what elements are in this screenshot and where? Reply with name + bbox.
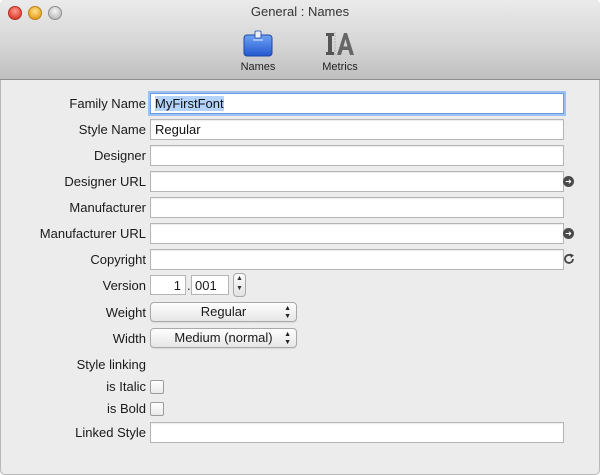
family-name-label: Family Name — [69, 96, 146, 111]
popup-arrows-icon: ▲ ▼ — [284, 331, 291, 346]
is-bold-row: is Bold — [0, 396, 600, 422]
stepper-down-icon[interactable]: ▼ — [234, 284, 245, 294]
linked-style-row: Linked Style — [0, 420, 600, 446]
version-major-field[interactable]: 1 — [150, 275, 186, 295]
manufacturer-url-field[interactable] — [150, 223, 564, 244]
style-name-value: Regular — [155, 122, 201, 137]
open-designer-url-arrow-icon[interactable]: ➜ — [563, 176, 574, 187]
linked-style-field[interactable] — [150, 422, 564, 443]
popup-arrows-icon: ▲ ▼ — [284, 305, 291, 320]
width-row: Width Medium (normal) ▲ ▼ — [0, 326, 600, 352]
copyright-label: Copyright — [90, 252, 146, 267]
version-stepper[interactable]: ▲ ▼ — [233, 273, 246, 297]
title-bar: General : Names Names Metrics — [0, 0, 600, 80]
width-selected: Medium (normal) — [174, 330, 273, 345]
window-title: General : Names — [250, 4, 350, 19]
refresh-copyright-icon[interactable] — [562, 252, 576, 266]
copyright-field[interactable] — [150, 249, 564, 270]
manufacturer-field[interactable] — [150, 197, 564, 218]
style-name-label: Style Name — [78, 122, 146, 137]
version-minor-field[interactable]: 001 — [191, 275, 229, 295]
version-label: Version — [102, 278, 146, 293]
family-name-value: MyFirstFont — [155, 96, 224, 111]
manufacturer-row: Manufacturer — [0, 195, 600, 221]
toolbar-metrics-button[interactable]: Metrics — [308, 30, 372, 73]
width-popup[interactable]: Medium (normal) ▲ ▼ — [150, 328, 297, 348]
toolbar-names-label: Names — [240, 61, 276, 73]
stepper-up-icon[interactable]: ▲ — [234, 274, 245, 284]
style-linking-label: Style linking — [76, 357, 146, 372]
folder-icon — [243, 30, 273, 57]
is-italic-label: is Italic — [106, 379, 146, 394]
is-bold-label: is Bold — [106, 401, 146, 416]
designer-url-field[interactable] — [150, 171, 564, 192]
version-row: Version 1 . 001 ▲ ▼ — [0, 273, 600, 299]
designer-url-label: Designer URL — [64, 174, 146, 189]
manufacturer-url-row: Manufacturer URL ➜ — [0, 221, 600, 247]
width-label: Width — [112, 331, 146, 346]
manufacturer-label: Manufacturer — [69, 200, 146, 215]
is-italic-checkbox[interactable] — [150, 380, 164, 394]
weight-row: Weight Regular ▲ ▼ — [0, 300, 600, 326]
font-info-window: General : Names Names Metrics Family Nam… — [0, 0, 600, 475]
metrics-icon — [326, 32, 354, 56]
manufacturer-url-label: Manufacturer URL — [39, 226, 146, 241]
is-bold-checkbox[interactable] — [150, 402, 164, 416]
toolbar-names-button[interactable]: Names — [226, 30, 290, 73]
toolbar-metrics-label: Metrics — [322, 61, 358, 73]
linked-style-label: Linked Style — [75, 425, 146, 440]
designer-field[interactable] — [150, 145, 564, 166]
names-panel: Family Name MyFirstFont Style Name Regul… — [0, 80, 600, 475]
style-name-row: Style Name Regular — [0, 117, 600, 143]
weight-selected: Regular — [200, 304, 247, 319]
copyright-row: Copyright — [0, 247, 600, 273]
designer-row: Designer — [0, 143, 600, 169]
style-name-field[interactable]: Regular — [150, 119, 564, 140]
weight-label: Weight — [105, 305, 146, 320]
open-manufacturer-url-arrow-icon[interactable]: ➜ — [563, 228, 574, 239]
family-name-field[interactable]: MyFirstFont — [150, 93, 564, 114]
family-name-row: Family Name MyFirstFont — [0, 91, 600, 117]
designer-url-row: Designer URL ➜ — [0, 169, 600, 195]
weight-popup[interactable]: Regular ▲ ▼ — [150, 302, 297, 322]
designer-label: Designer — [93, 148, 146, 163]
